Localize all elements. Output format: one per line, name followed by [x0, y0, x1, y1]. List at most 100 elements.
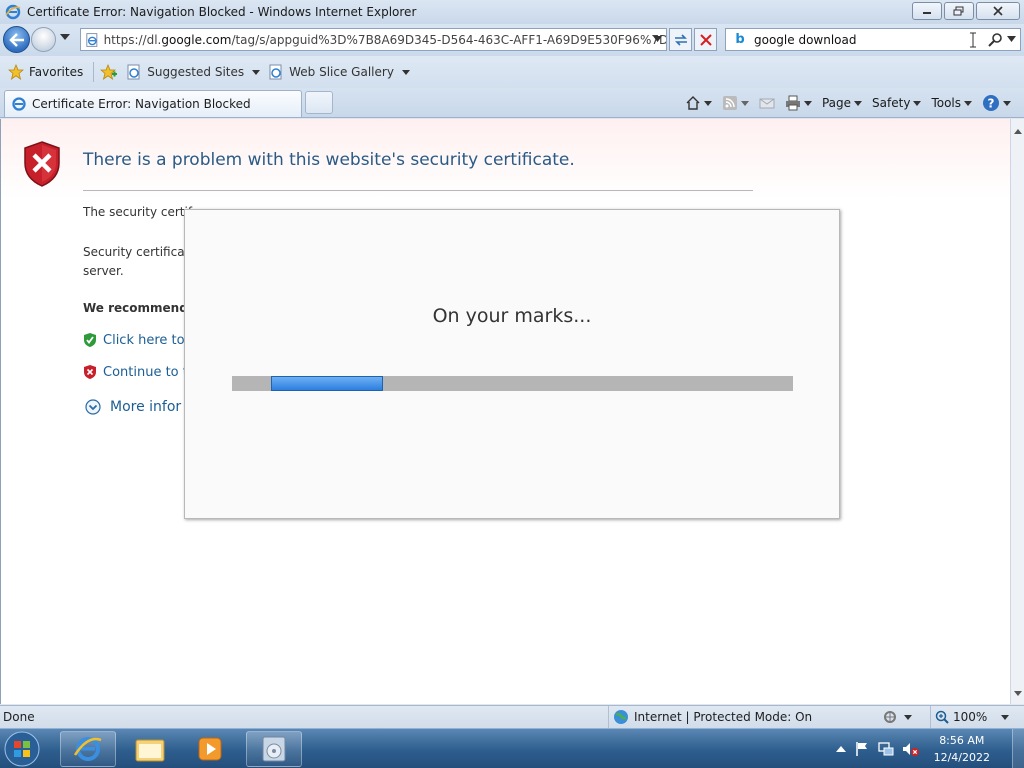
web-slice-gallery-link[interactable]: Web Slice Gallery [268, 64, 410, 80]
error-paragraph-2: Security certificat server. [83, 243, 193, 281]
feeds-button[interactable] [719, 95, 752, 111]
action-center-flag-icon[interactable] [854, 741, 870, 757]
error-shield-icon [24, 141, 60, 187]
printer-icon [785, 95, 800, 111]
minimize-icon [923, 12, 931, 14]
help-button[interactable]: ? [979, 94, 1014, 112]
favorites-bar: Favorites Suggested Sites Web Slice Gall… [0, 56, 1024, 88]
taskbar-installer[interactable] [246, 731, 302, 767]
refresh-button[interactable] [669, 28, 692, 51]
ie-page-icon [269, 64, 282, 80]
svg-text:?: ? [988, 97, 995, 111]
network-icon[interactable] [877, 741, 894, 757]
volume-muted-icon[interactable] [902, 741, 920, 757]
windows-logo-icon [4, 731, 40, 767]
tab-title: Certificate Error: Navigation Blocked [32, 97, 251, 111]
text-cursor-icon [970, 32, 976, 48]
chevron-down-icon [1001, 714, 1010, 720]
stop-icon [699, 33, 712, 46]
address-dropdown-icon[interactable] [653, 36, 662, 42]
more-information-text: More infor [110, 399, 182, 415]
home-icon [686, 96, 700, 110]
tab-row: Certificate Error: Navigation Blocked Pa… [0, 88, 1024, 118]
recommendation-heading: We recommend [83, 301, 188, 315]
search-icon[interactable] [988, 32, 1004, 48]
favorites-button[interactable]: Favorites [8, 64, 83, 80]
search-box[interactable]: b [725, 28, 1021, 51]
expand-circle-icon [85, 399, 101, 415]
tools-menu-label: Tools [931, 96, 961, 110]
continue-to-website-link[interactable]: Continue to t [83, 364, 188, 380]
vertical-scrollbar[interactable] [1010, 119, 1024, 704]
error-paragraph-2-line-2: server. [83, 264, 124, 278]
taskbar-internet-explorer[interactable] [60, 731, 116, 767]
divider [83, 190, 753, 191]
media-player-icon [198, 737, 222, 761]
safety-menu-label: Safety [872, 96, 911, 110]
scroll-up-icon[interactable] [1014, 129, 1022, 134]
popup-blocker-icon[interactable] [882, 709, 898, 725]
scroll-down-icon[interactable] [1014, 691, 1022, 696]
address-bar[interactable]: https://dl.google.com/tag/s/appguid%3D%7… [80, 28, 667, 51]
web-slice-gallery-label: Web Slice Gallery [289, 65, 394, 79]
chevron-down-icon [913, 100, 922, 106]
chevron-down-icon [703, 100, 712, 106]
chevron-down-icon [740, 100, 749, 106]
ie-icon [73, 737, 102, 761]
search-dropdown-icon[interactable] [1007, 36, 1016, 42]
safety-menu[interactable]: Safety [869, 96, 924, 110]
chevron-down-icon [252, 69, 261, 75]
zoom-control[interactable]: 100% [930, 706, 1010, 728]
forward-button[interactable] [31, 27, 56, 52]
home-button[interactable] [682, 95, 715, 111]
title-bar: Certificate Error: Navigation Blocked - … [0, 0, 1024, 24]
ie-icon [12, 97, 26, 111]
taskbar-explorer[interactable] [122, 731, 178, 767]
search-input[interactable] [754, 32, 964, 47]
show-hidden-icons-icon[interactable] [835, 745, 846, 753]
taskbar-media-player[interactable] [182, 731, 238, 767]
add-to-favorites-icon[interactable] [100, 64, 118, 80]
tab-certificate-error[interactable]: Certificate Error: Navigation Blocked [4, 90, 302, 117]
back-button[interactable] [3, 26, 30, 53]
star-icon [8, 64, 24, 80]
chevron-down-icon [904, 714, 912, 720]
more-information-toggle[interactable]: More infor [85, 399, 181, 415]
refresh-icon [674, 33, 687, 46]
installer-icon [262, 736, 286, 762]
progress-bar [232, 376, 793, 391]
page-icon [86, 32, 98, 47]
clock[interactable]: 8:56 AM 12/4/2022 [934, 732, 990, 766]
read-mail-button[interactable] [756, 95, 778, 111]
restore-button[interactable] [944, 2, 974, 20]
security-zone[interactable]: Internet | Protected Mode: On [608, 706, 812, 728]
suggested-sites-link[interactable]: Suggested Sites [126, 64, 261, 80]
window-title: Certificate Error: Navigation Blocked - … [27, 5, 417, 19]
chevron-down-icon [854, 100, 863, 106]
stop-button[interactable] [694, 28, 717, 51]
history-dropdown-icon[interactable] [60, 34, 70, 40]
start-button[interactable] [2, 730, 42, 768]
suggested-sites-label: Suggested Sites [147, 65, 245, 79]
restore-icon [953, 6, 964, 16]
chevron-down-icon [803, 100, 812, 106]
url-domain: google.com [161, 32, 232, 47]
green-shield-icon [84, 333, 96, 347]
error-paragraph-2-line-1: Security certificat [83, 245, 190, 259]
page-menu[interactable]: Page [819, 96, 865, 110]
close-webpage-link[interactable]: Click here to c [83, 332, 196, 348]
minimize-button[interactable] [912, 2, 942, 20]
url-prefix: https://dl. [103, 32, 162, 47]
show-desktop-button[interactable] [1012, 729, 1024, 768]
mail-icon [759, 98, 775, 109]
continue-to-website-link-text: Continue to t [103, 364, 188, 380]
tools-menu[interactable]: Tools [928, 96, 975, 110]
close-window-button[interactable] [976, 2, 1020, 20]
print-button[interactable] [782, 95, 815, 111]
divider [93, 62, 95, 82]
ie-icon [5, 4, 21, 20]
dialog-message: On your marks... [432, 305, 592, 327]
system-tray: 8:56 AM 12/4/2022 [835, 729, 1024, 768]
security-zone-text: Internet | Protected Mode: On [634, 710, 813, 724]
new-tab-button[interactable] [305, 91, 333, 114]
